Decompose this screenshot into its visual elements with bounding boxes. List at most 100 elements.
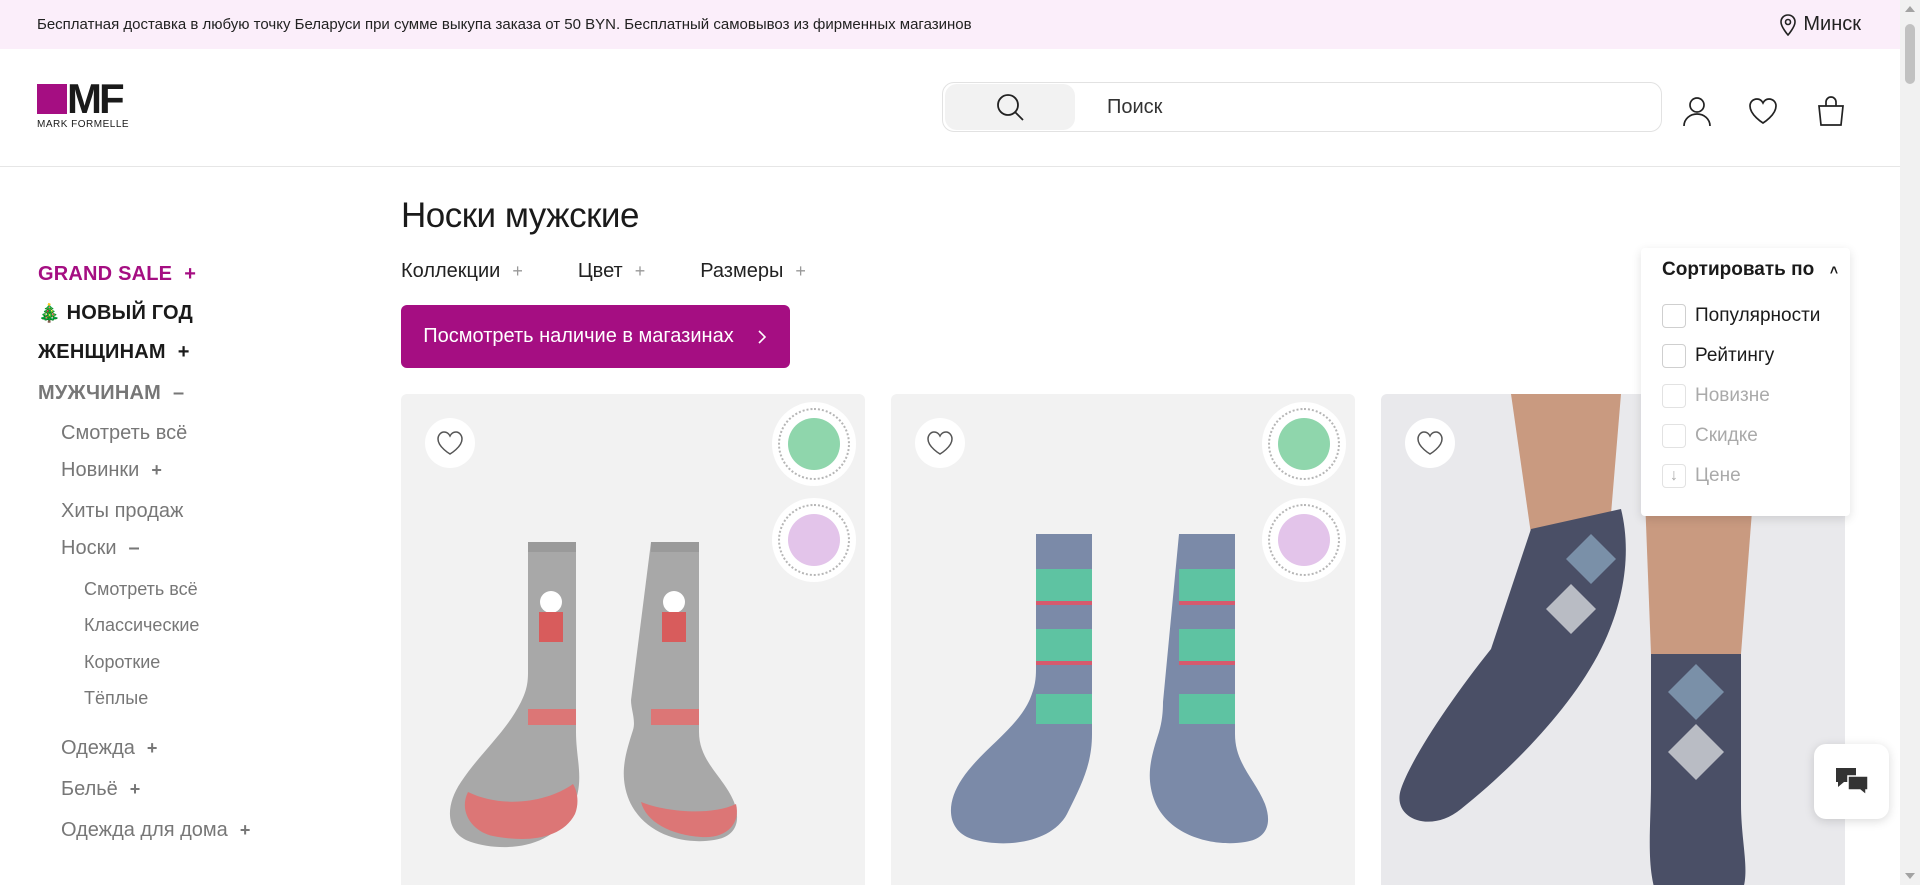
expand-plus-icon[interactable]: +: [151, 460, 162, 481]
nav-men-view-all-label: Смотреть всё: [61, 422, 188, 444]
product-image-pattern-socks: [950, 534, 1269, 844]
sort-option-popularity[interactable]: Популярности: [1662, 304, 1820, 328]
chevron-right-icon: [758, 329, 766, 344]
scroll-up-arrow-icon[interactable]: [1905, 6, 1915, 12]
bag-icon: [1818, 96, 1844, 126]
city-name: Минск: [1803, 13, 1861, 35]
search-button[interactable]: [945, 84, 1075, 130]
sort-checkbox[interactable]: [1662, 424, 1686, 448]
nav-men[interactable]: МУЖЧИНАМ –: [38, 382, 184, 405]
sort-option-label: Рейтингу: [1695, 345, 1775, 366]
filter-sizes[interactable]: Размеры +: [700, 260, 806, 283]
nav-grand-sale[interactable]: GRAND SALE +: [38, 263, 196, 286]
site-header: MF MARK FORMELLE: [0, 49, 1900, 167]
search-bar: [942, 82, 1662, 132]
filter-collections[interactable]: Коллекции +: [401, 260, 523, 283]
product-card[interactable]: [891, 394, 1355, 885]
christmas-tree-icon: 🎄: [38, 303, 61, 323]
user-icon: [1683, 97, 1711, 127]
nav-men-new[interactable]: Новинки +: [61, 459, 162, 482]
nav-men-clothes-label: Одежда: [61, 737, 135, 759]
expand-plus-icon[interactable]: +: [178, 341, 190, 364]
nav-women-label: ЖЕНЩИНАМ: [38, 341, 166, 363]
nav-men-underwear-label: Бельё: [61, 778, 118, 800]
logo-text: MARK FORMELLE: [37, 119, 130, 130]
filter-collections-label: Коллекции: [401, 260, 501, 282]
nav-new-year-label: НОВЫЙ ГОД: [66, 302, 193, 324]
sort-dropdown-toggle[interactable]: Сортировать по ˄: [1662, 258, 1840, 282]
sort-option-label: Скидке: [1695, 425, 1758, 446]
sort-dropdown: Сортировать по ˄ Популярности Рейтингу Н…: [1641, 248, 1850, 516]
logo-square: [37, 84, 67, 114]
nav-men-hits[interactable]: Хиты продаж: [61, 500, 183, 523]
nav-men-homewear[interactable]: Одежда для дома +: [61, 819, 250, 842]
expand-plus-icon[interactable]: +: [130, 779, 141, 800]
filter-sizes-label: Размеры: [700, 260, 784, 282]
sort-checkbox[interactable]: [1662, 384, 1686, 408]
check-store-availability-button[interactable]: Посмотреть наличие в магазинах: [401, 305, 790, 368]
category-sidebar: GRAND SALE + 🎄 НОВЫЙ ГОД ЖЕНЩИНАМ + МУЖЧ…: [0, 167, 320, 885]
nav-men-hits-label: Хиты продаж: [61, 500, 184, 522]
nav-socks-short[interactable]: Короткие: [84, 652, 160, 673]
expand-plus-icon: +: [634, 261, 646, 281]
nav-socks-classic-label: Классические: [84, 615, 200, 635]
location-pin-icon: [1780, 13, 1797, 36]
sort-label: Сортировать по: [1662, 259, 1815, 280]
check-store-availability-label: Посмотреть наличие в магазинах: [423, 325, 734, 347]
page-title: Носки мужские: [401, 196, 639, 235]
nav-socks-short-label: Короткие: [84, 652, 161, 672]
collapse-minus-icon[interactable]: –: [173, 382, 184, 405]
nav-socks-view-all[interactable]: Смотреть всё: [84, 579, 198, 600]
heart-icon: [1749, 98, 1777, 124]
sort-option-label: Цене: [1695, 465, 1741, 486]
nav-women[interactable]: ЖЕНЩИНАМ +: [38, 341, 190, 364]
sort-option-novelty[interactable]: Новизне: [1662, 384, 1770, 408]
add-to-favorites-button[interactable]: [1405, 418, 1455, 468]
product-image-santa-socks: [449, 542, 738, 848]
top-info-bar: Бесплатная доставка в любую точку Белару…: [0, 0, 1920, 49]
mark-formelle-logo[interactable]: MF MARK FORMELLE: [37, 78, 157, 132]
nav-men-homewear-label: Одежда для дома: [61, 819, 228, 841]
nav-men-underwear[interactable]: Бельё +: [61, 778, 140, 801]
nav-men-label: МУЖЧИНАМ: [38, 382, 161, 404]
nav-socks-view-all-label: Смотреть всё: [84, 579, 198, 599]
expand-plus-icon[interactable]: +: [147, 738, 158, 759]
nav-socks-warm[interactable]: Тёплые: [84, 688, 148, 709]
filter-color[interactable]: Цвет +: [578, 260, 645, 283]
collapse-minus-icon[interactable]: –: [129, 537, 140, 560]
nav-grand-sale-label: GRAND SALE: [38, 263, 173, 285]
nav-socks-classic[interactable]: Классические: [84, 615, 199, 636]
nav-men-new-label: Новинки: [61, 459, 140, 481]
nav-men-clothes[interactable]: Одежда +: [61, 737, 157, 760]
heart-icon: [1417, 431, 1443, 455]
nav-new-year[interactable]: 🎄 НОВЫЙ ГОД: [38, 302, 193, 325]
sort-option-label: Новизне: [1695, 385, 1770, 406]
sort-option-rating[interactable]: Рейтингу: [1662, 344, 1774, 368]
sort-option-discount[interactable]: Скидке: [1662, 424, 1758, 448]
sort-checkbox[interactable]: [1662, 304, 1686, 328]
nav-men-socks[interactable]: Носки –: [61, 537, 140, 560]
favorites-button[interactable]: [1745, 93, 1781, 129]
account-button[interactable]: [1679, 93, 1715, 129]
search-input[interactable]: [1075, 84, 1661, 130]
chevron-up-icon: ˄: [1829, 262, 1838, 278]
sort-option-price[interactable]: ↓ Цене: [1662, 464, 1741, 488]
page-scrollbar[interactable]: [1900, 0, 1920, 885]
arrow-down-icon[interactable]: ↓: [1662, 464, 1686, 488]
scroll-down-arrow-icon[interactable]: [1905, 873, 1915, 879]
expand-plus-icon[interactable]: +: [240, 820, 251, 841]
city-selector[interactable]: Минск: [1779, 13, 1861, 36]
delivery-info-text: Бесплатная доставка в любую точку Белару…: [37, 16, 972, 33]
chat-button[interactable]: [1814, 744, 1889, 819]
scrollbar-thumb[interactable]: [1905, 24, 1915, 84]
expand-plus-icon[interactable]: +: [184, 263, 196, 286]
cart-button[interactable]: [1813, 93, 1849, 129]
nav-men-socks-label: Носки: [61, 537, 117, 559]
nav-men-view-all[interactable]: Смотреть всё: [61, 422, 187, 445]
sort-checkbox[interactable]: [1662, 344, 1686, 368]
sort-option-label: Популярности: [1695, 305, 1821, 326]
product-card[interactable]: [401, 394, 865, 885]
filter-bar: Коллекции + Цвет + Размеры +: [401, 260, 861, 283]
expand-plus-icon: +: [795, 261, 806, 281]
expand-plus-icon: +: [512, 261, 523, 281]
